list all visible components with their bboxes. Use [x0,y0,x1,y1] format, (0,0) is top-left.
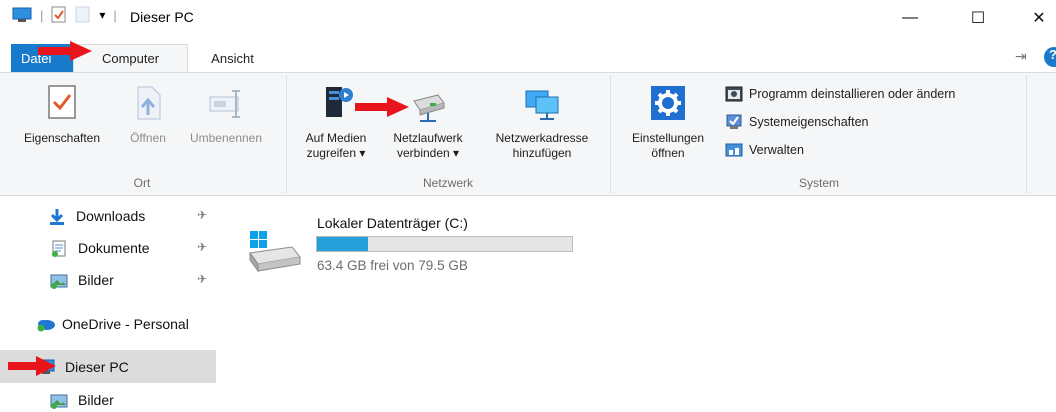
pin-icon[interactable]: ✈ [197,272,207,286]
nav-item-pictures-2[interactable]: Bilder [50,383,220,412]
tab-view[interactable]: Ansicht [195,44,270,72]
pin-ribbon-icon[interactable]: ⇥ [1015,48,1027,65]
drive-usage-bar [316,236,573,252]
network-location-icon [522,83,562,123]
nav-label-onedrive: OneDrive - Personal [62,315,189,332]
group-separator [1026,75,1027,193]
open-settings-label-line1: Einstellungen [631,131,705,145]
pin-icon[interactable]: ✈ [197,208,207,222]
red-arrow-annotation [355,97,409,117]
nav-label-documents: Dokumente [78,239,150,256]
group-separator [286,75,287,193]
download-arrow-icon [48,208,66,225]
rename-label: Umbenennen [189,131,263,145]
ribbon: Eigenschaften Öffnen Umbenennen Ort Auf … [0,72,1056,196]
uninstall-label: Programm deinstallieren oder ändern [749,87,956,101]
red-arrow-annotation [8,356,56,376]
settings-gear-icon [648,83,688,123]
network-drive-icon [408,83,448,123]
map-network-drive-label-line2: verbinden ▾ [396,146,460,160]
nav-item-onedrive[interactable]: OneDrive - Personal [36,307,216,340]
group-label-system: System [798,176,839,190]
nav-label-this-pc: Dieser PC [65,358,129,375]
add-network-location-button[interactable]: Netzwerkadresse hinzufügen [480,77,604,161]
drive-usage-fill [317,237,368,251]
rename-button[interactable]: Umbenennen [176,77,276,146]
system-properties-button[interactable]: Systemeigenschaften [725,111,869,133]
qa-dropdown[interactable]: ▾ [99,8,105,22]
manage-icon [725,142,743,158]
open-icon [128,83,168,123]
properties-label: Eigenschaften [23,131,101,145]
windows-drive-icon [244,227,304,277]
uninstall-program-button[interactable]: Programm deinstallieren oder ändern [725,83,955,105]
map-network-drive-label-line1: Netzlaufwerk [393,131,463,145]
nav-item-pictures[interactable]: Bilder [50,263,220,296]
nav-item-documents[interactable]: Dokumente [50,231,220,264]
pin-icon[interactable]: ✈ [197,240,207,254]
properties-icon [42,83,82,123]
media-server-icon [316,83,356,123]
group-separator [610,75,611,193]
rename-icon [206,83,246,123]
manage-label: Verwalten [749,143,804,157]
properties-icon[interactable] [51,6,67,24]
drive-name: Lokaler Datenträger (C:) [317,215,468,231]
close-button[interactable]: ✕ [1016,0,1056,36]
media-access-label-line1: Auf Medien [305,131,367,145]
ribbon-tabs: Datei Computer Ansicht ⇥ ? [0,44,1056,72]
pictures-icon [50,272,68,289]
documents-icon [50,240,68,257]
quick-access-toolbar: | ▾ | [12,6,117,24]
open-label: Öffnen [130,131,166,145]
nav-label-pictures: Bilder [78,271,114,288]
help-icon[interactable]: ? [1044,47,1056,67]
red-arrow-annotation [38,41,92,61]
properties-button[interactable]: Eigenschaften [8,77,116,146]
uninstall-icon [725,86,743,102]
nav-label-downloads: Downloads [76,207,146,224]
window-title: Dieser PC [130,9,194,25]
group-label-ort: Ort [133,176,151,190]
open-button[interactable]: Öffnen [122,77,174,146]
maximize-button[interactable]: ☐ [955,0,1001,36]
nav-item-downloads[interactable]: Downloads [48,199,218,232]
title-bar: | ▾ | Dieser PC — ☐ ✕ [0,0,1056,36]
manage-button[interactable]: Verwalten [725,139,804,161]
new-folder-icon[interactable] [75,6,91,24]
computer-icon[interactable] [12,7,32,23]
nav-label-pictures-2: Bilder [78,391,114,408]
qa-separator: | [40,7,44,23]
drive-free-space: 63.4 GB frei von 79.5 GB [317,258,468,273]
system-properties-label: Systemeigenschaften [749,115,869,129]
pictures-icon [50,392,68,409]
group-label-netzwerk: Netzwerk [422,176,473,190]
open-settings-button[interactable]: Einstellungen öffnen [616,77,720,161]
add-network-location-label-line2: hinzufügen [512,146,572,160]
media-access-button[interactable]: Auf Medien zugreifen ▾ [292,77,380,161]
onedrive-cloud-icon [36,316,55,332]
media-access-label-line2: zugreifen ▾ [306,146,366,160]
add-network-location-label-line1: Netzwerkadresse [495,131,589,145]
open-settings-label-line2: öffnen [651,146,685,160]
map-network-drive-button[interactable]: Netzlaufwerk verbinden ▾ [380,77,476,161]
minimize-button[interactable]: — [887,0,933,36]
system-properties-icon [725,114,743,130]
qa-separator: | [113,7,117,23]
